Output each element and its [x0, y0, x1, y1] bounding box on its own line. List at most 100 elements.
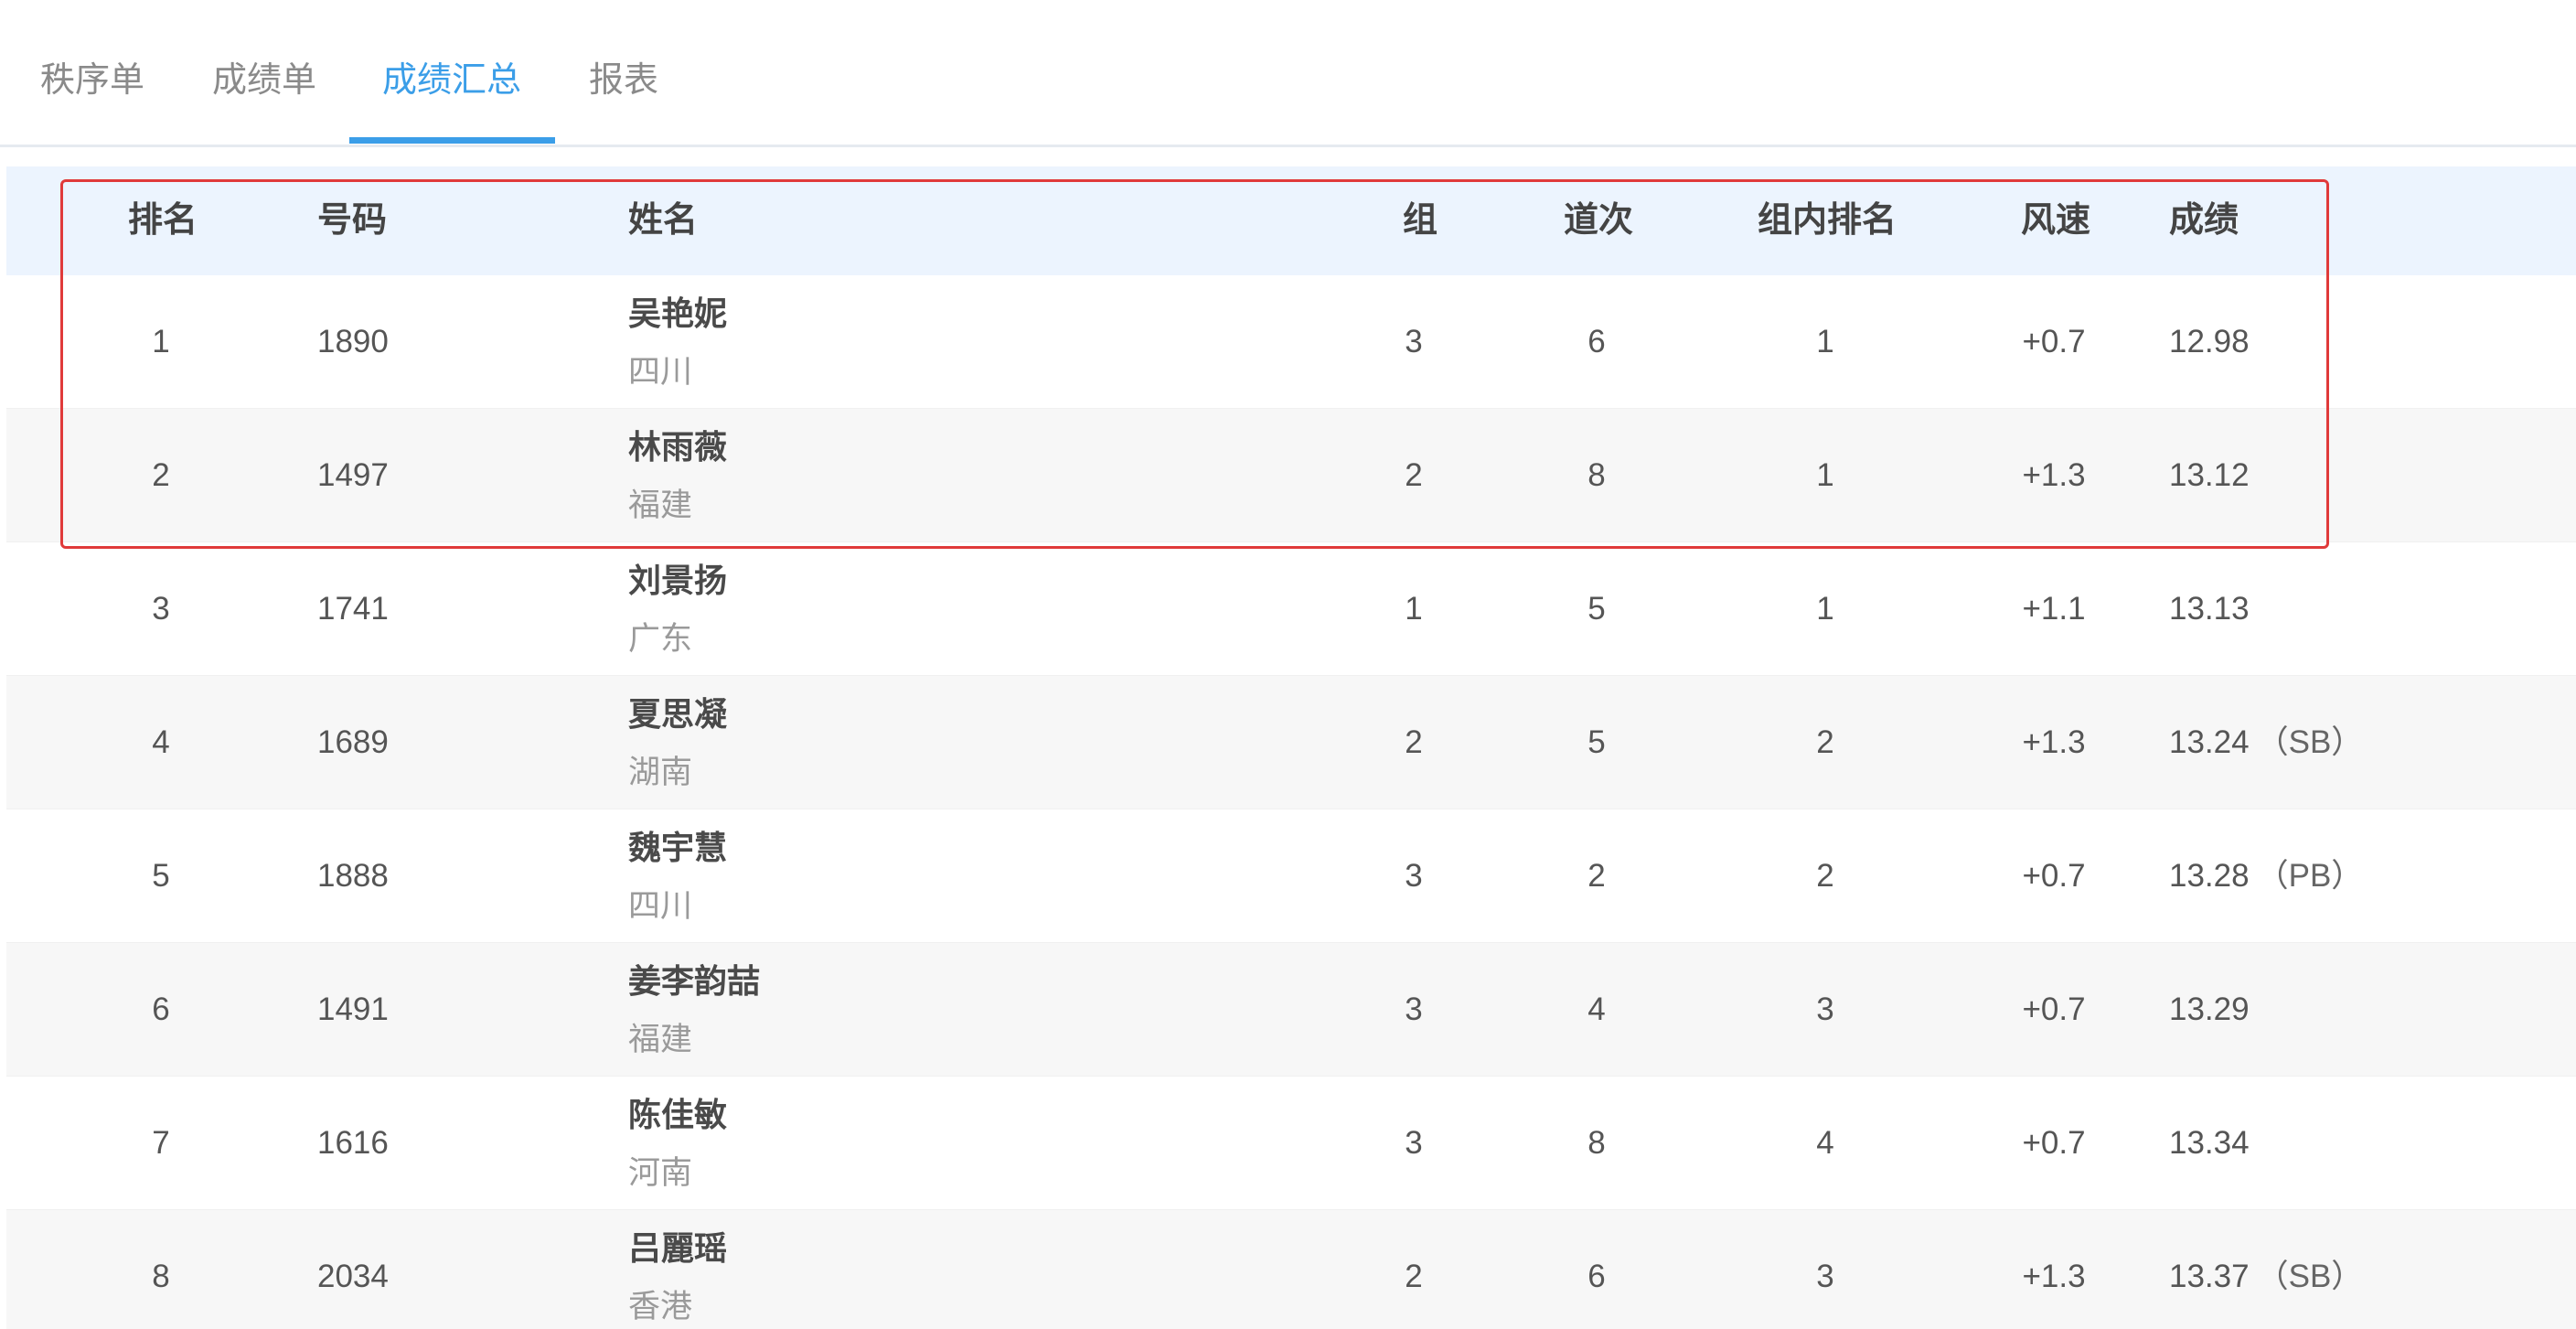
header-lane: 道次: [1564, 201, 1634, 240]
header-group-rank: 组内排名: [1758, 201, 1897, 240]
bib-number-cell: 1890: [317, 324, 389, 359]
results-page: 秩序单 成绩单 成绩汇总 报表 排名 号码 姓名 组 道次 组内排名 风速 成绩…: [0, 0, 2576, 1329]
wind-cell: +0.7: [2022, 1125, 2086, 1161]
result-time: 12.98: [2169, 324, 2250, 359]
table-header: 排名 号码 姓名 组 道次 组内排名 风速 成绩: [6, 166, 2576, 275]
header-group: 组: [1403, 201, 1438, 240]
athlete-name: 夏思凝: [628, 695, 728, 733]
rank-cell: 4: [152, 724, 170, 760]
rank-cell: 7: [152, 1125, 170, 1161]
result-record-tag: （SB）: [2256, 724, 2364, 760]
table-row[interactable]: 5 1888 魏宇慧 四川 3 2 2 +0.7 13.28 （PB）: [6, 809, 2576, 943]
athlete-region: 湖南: [628, 755, 693, 790]
result-time: 13.29: [2169, 991, 2250, 1027]
result-cell: 13.13: [2169, 542, 2250, 675]
group-rank-cell: 1: [1816, 324, 1834, 359]
bib-number-cell: 1616: [317, 1125, 389, 1161]
athlete-region: 香港: [628, 1289, 693, 1324]
group-cell: 2: [1405, 724, 1423, 760]
table-row[interactable]: 6 1491 姜李韵喆 福建 3 4 3 +0.7 13.29: [6, 943, 2576, 1077]
rank-cell: 6: [152, 991, 170, 1027]
table-row[interactable]: 2 1497 林雨薇福建 2 8 1 +1.3 13.12: [6, 409, 2576, 542]
active-tab-indicator: [349, 137, 555, 144]
group-rank-cell: 3: [1816, 991, 1834, 1027]
group-cell: 2: [1405, 1259, 1423, 1294]
result-time: 13.37: [2169, 1259, 2250, 1294]
athlete-region: 福建: [628, 488, 693, 523]
result-cell: 13.34: [2169, 1077, 2250, 1209]
rank-cell: 3: [152, 591, 170, 627]
athlete-region: 福建: [628, 1022, 693, 1057]
result-cell: 13.24 （SB）: [2169, 676, 2363, 809]
wind-cell: +0.7: [2022, 858, 2086, 894]
result-cell: 12.98: [2169, 275, 2250, 408]
rank-cell: 2: [152, 457, 170, 493]
wind-cell: +1.3: [2022, 1259, 2086, 1294]
table-row[interactable]: 7 1616 陈佳敏河南 3 8 4 +0.7 13.34: [6, 1077, 2576, 1210]
wind-cell: +0.7: [2022, 991, 2086, 1027]
group-rank-cell: 4: [1816, 1125, 1834, 1161]
group-rank-cell: 2: [1816, 724, 1834, 760]
header-result: 成绩: [2169, 201, 2239, 240]
header-rank: 排名: [128, 201, 198, 240]
table-row[interactable]: 8 2034 吕麗瑶香港 2 6 3 +1.3 13.37 （SB）: [6, 1210, 2576, 1329]
bib-number-cell: 1497: [317, 457, 389, 493]
group-cell: 3: [1405, 858, 1423, 894]
header-wind: 风速: [2021, 201, 2091, 240]
athlete-name: 刘景扬: [628, 562, 728, 599]
rank-cell: 8: [152, 1259, 170, 1294]
tab-start-list[interactable]: 秩序单: [40, 53, 144, 108]
group-cell: 3: [1405, 1125, 1423, 1161]
athlete-name: 吕麗瑶: [628, 1229, 728, 1267]
table-row[interactable]: 1 1890 吴艳妮 四川 3 6 1 +0.7 12.98: [6, 275, 2576, 409]
lane-cell: 8: [1587, 457, 1606, 493]
wind-cell: +1.3: [2022, 724, 2086, 760]
athlete-name: 林雨薇: [628, 428, 728, 466]
table-row[interactable]: 3 1741 刘景扬广东 1 5 1 +1.1 13.13: [6, 542, 2576, 676]
athlete-region: 四川: [628, 888, 693, 924]
lane-cell: 6: [1587, 1259, 1606, 1294]
result-time: 13.28: [2169, 858, 2250, 894]
lane-cell: 2: [1587, 858, 1606, 894]
tab-bar: 秩序单 成绩单 成绩汇总 报表: [0, 0, 2576, 147]
result-record-tag: （SB）: [2256, 1259, 2364, 1294]
table-row[interactable]: 4 1689 夏思凝 湖南 2 5 2 +1.3 13.24 （SB）: [6, 676, 2576, 809]
tab-result-list[interactable]: 成绩单: [212, 53, 316, 108]
bib-number-cell: 1741: [317, 591, 389, 627]
rank-cell: 1: [152, 324, 170, 359]
results-table: 排名 号码 姓名 组 道次 组内排名 风速 成绩 1 1890 吴艳妮四川 3 6 1 +0…: [6, 166, 2576, 1329]
group-cell: 1: [1405, 591, 1423, 627]
result-record-tag: （PB）: [2256, 858, 2364, 894]
result-time: 13.13: [2169, 591, 2250, 627]
bib-number-cell: 1888: [317, 858, 389, 894]
lane-cell: 5: [1587, 591, 1606, 627]
group-cell: 2: [1405, 457, 1423, 493]
athlete-name: 吴艳妮: [628, 295, 728, 332]
wind-cell: +1.3: [2022, 457, 2086, 493]
athlete-name: 陈佳敏: [628, 1096, 728, 1133]
table-body: 1 1890 吴艳妮四川 3 6 1 +0.7 12.98 2 1497 林雨薇福建 2 8 1 +1.3 1…: [6, 275, 2576, 1329]
wind-cell: +0.7: [2022, 324, 2086, 359]
tab-report[interactable]: 报表: [589, 53, 658, 108]
athlete-region: 四川: [628, 354, 693, 390]
group-rank-cell: 3: [1816, 1259, 1834, 1294]
header-number: 号码: [317, 201, 388, 240]
tab-result-summary[interactable]: 成绩汇总: [382, 53, 521, 108]
result-cell: 13.29: [2169, 943, 2250, 1076]
athlete-region: 广东: [628, 621, 693, 657]
group-rank-cell: 2: [1816, 858, 1834, 894]
wind-cell: +1.1: [2022, 591, 2086, 627]
bib-number-cell: 1491: [317, 991, 389, 1027]
result-cell: 13.37 （SB）: [2169, 1210, 2363, 1329]
group-rank-cell: 1: [1816, 591, 1834, 627]
bib-number-cell: 2034: [317, 1259, 389, 1294]
athlete-region: 河南: [628, 1155, 693, 1191]
result-cell: 13.12: [2169, 409, 2250, 541]
result-cell: 13.28 （PB）: [2169, 809, 2363, 942]
group-rank-cell: 1: [1816, 457, 1834, 493]
header-name: 姓名: [628, 201, 699, 240]
group-cell: 3: [1405, 324, 1423, 359]
result-time: 13.34: [2169, 1125, 2250, 1161]
lane-cell: 8: [1587, 1125, 1606, 1161]
group-cell: 3: [1405, 991, 1423, 1027]
